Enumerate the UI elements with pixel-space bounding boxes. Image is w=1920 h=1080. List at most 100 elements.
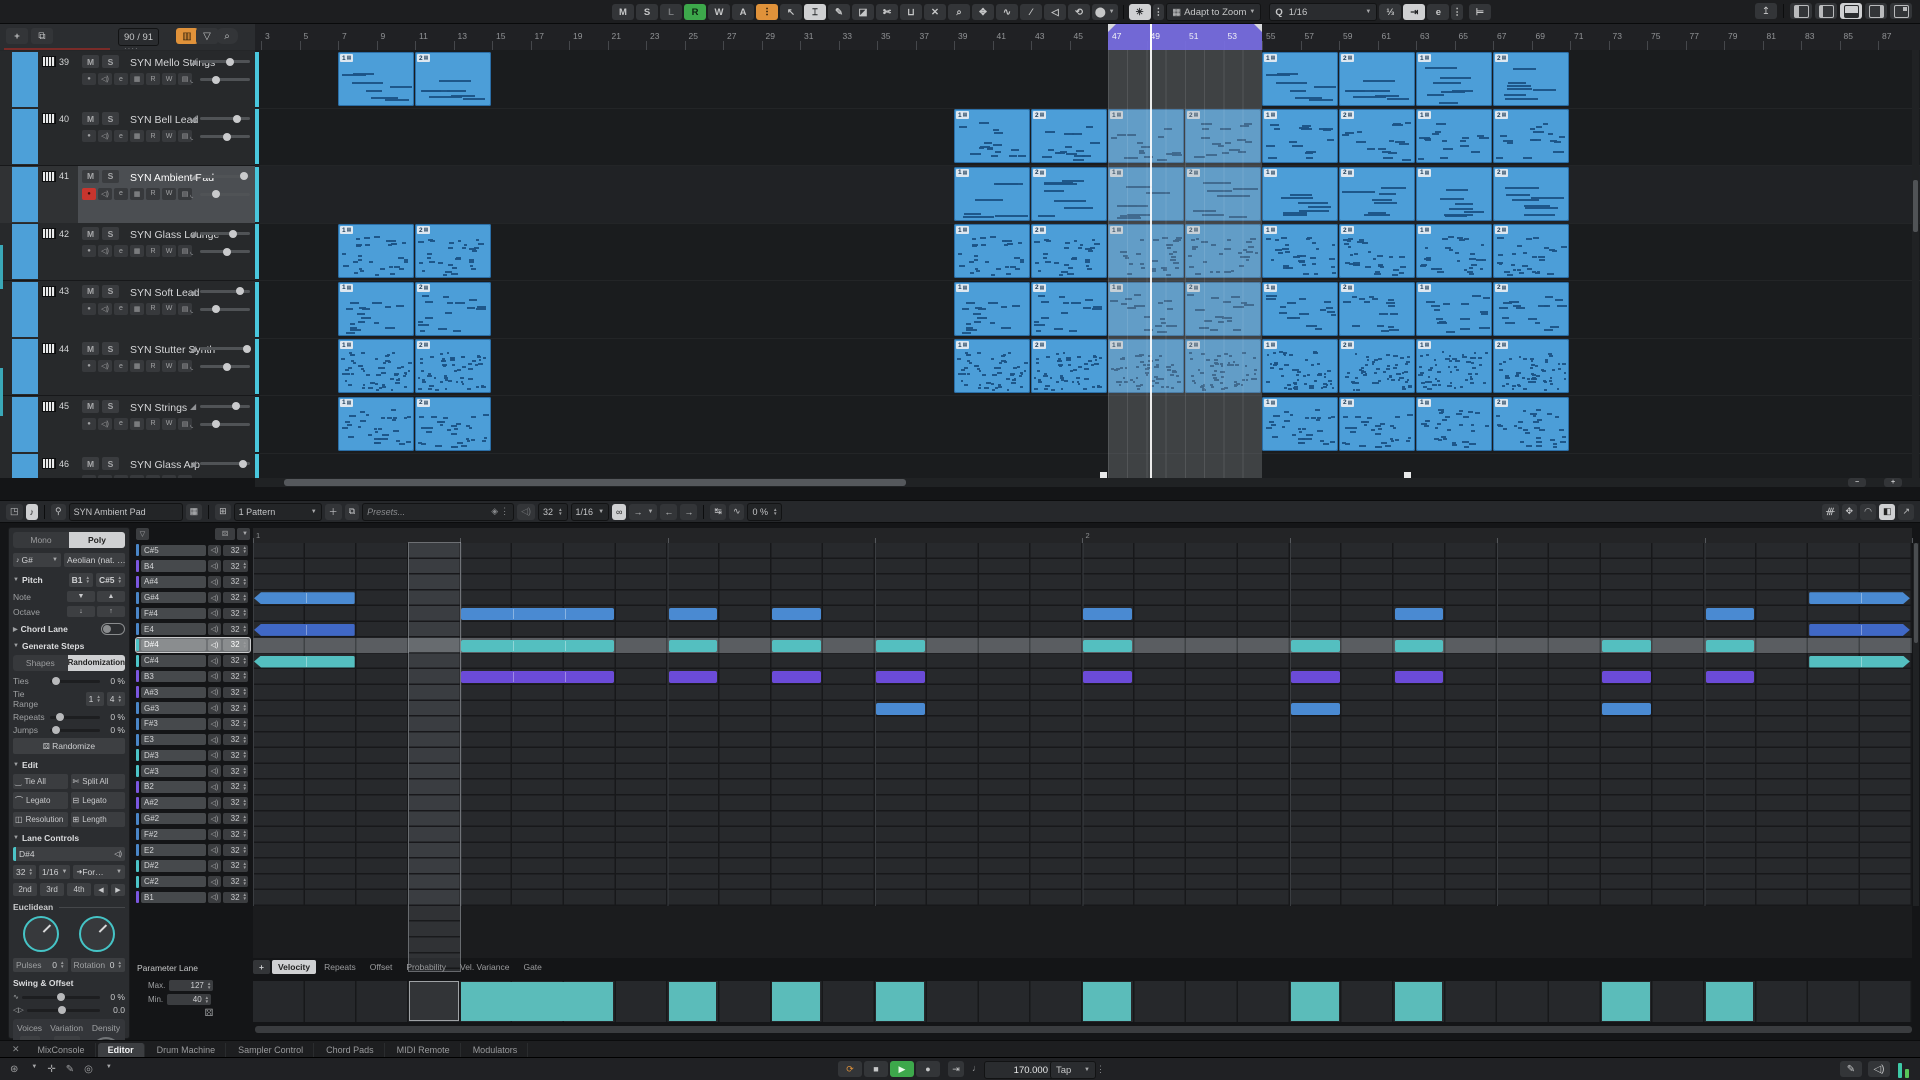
note-lane-E4[interactable]: E4◁)32▲▼: [136, 622, 250, 637]
solo-button[interactable]: S: [102, 400, 119, 413]
midi-clip[interactable]: 1▦: [338, 397, 414, 451]
mute-button[interactable]: M: [82, 112, 99, 125]
speaker-icon[interactable]: ◁): [517, 504, 535, 520]
lane-velocity-stepper[interactable]: 32▲▼: [223, 623, 248, 635]
object-selection-tool-icon[interactable]: ↖: [780, 4, 802, 20]
note-lane-D#3[interactable]: D#3◁)32▲▼: [136, 748, 250, 763]
lane-speaker-icon[interactable]: ◁): [208, 797, 221, 809]
lane-velocity-stepper[interactable]: 32▲▼: [223, 592, 248, 604]
swing-slider[interactable]: [22, 996, 100, 999]
note-lane-G#4[interactable]: G#4◁)32▲▼: [136, 590, 250, 605]
track-color[interactable]: [12, 282, 38, 337]
note-lane-E3[interactable]: E3◁)32▲▼: [136, 732, 250, 747]
scrollbar-thumb[interactable]: [1913, 180, 1918, 232]
note-F#4-step4[interactable]: [461, 608, 614, 620]
ordinal-4th[interactable]: 4th: [67, 883, 91, 896]
mute-button[interactable]: M: [82, 285, 99, 298]
note-down-button[interactable]: ▼: [67, 591, 95, 602]
lane-velocity-stepper[interactable]: 32▲▼: [223, 687, 248, 699]
midi-clip[interactable]: 1▦: [1416, 282, 1492, 336]
pitch-section-header[interactable]: ▼Pitch B1▲▼ C#5▲▼: [13, 573, 125, 587]
note-D#4-step26[interactable]: [1602, 640, 1651, 652]
midi-clip[interactable]: 1▦: [1416, 224, 1492, 278]
note-lane-C#2[interactable]: C#2◁)32▲▼: [136, 874, 250, 889]
record-arm-button[interactable]: ●: [82, 130, 96, 142]
midi-clip[interactable]: 2▦: [1493, 224, 1569, 278]
slider-thumb[interactable]: [223, 133, 231, 141]
swing-stepper[interactable]: 0 %▲▼: [747, 503, 782, 521]
note-lane-F#2[interactable]: F#2◁)32▲▼: [136, 827, 250, 842]
record-arm-button[interactable]: ●: [82, 245, 96, 257]
record-arm-button[interactable]: ●: [82, 418, 96, 430]
note-G#3-step20[interactable]: [1291, 703, 1340, 715]
record-arm-button[interactable]: ●: [82, 303, 96, 315]
duplicate-track-icon[interactable]: ⧉: [31, 28, 53, 44]
play-button[interactable]: ▶: [890, 1061, 914, 1077]
lane-speaker-icon[interactable]: ◁): [208, 718, 221, 730]
instrument-icon[interactable]: ▦: [130, 73, 144, 85]
midi-clip[interactable]: 1▦: [954, 339, 1030, 393]
lane-menu-dropdown[interactable]: ▼: [237, 528, 250, 540]
note-B3-step16[interactable]: [1083, 671, 1132, 683]
track-lane-42[interactable]: 1▦2▦1▦2▦1▦2▦1▦2▦1▦2▦: [255, 223, 1920, 281]
step-grid-ruler[interactable]: 12: [253, 528, 1912, 544]
record-arm-button[interactable]: ●: [82, 188, 96, 200]
solo-button[interactable]: S: [102, 112, 119, 125]
track-row-45[interactable]: 45MSSYN Strings●◁)e▦RW▤◢◟: [0, 396, 255, 454]
midi-clip[interactable]: 2▦: [1493, 282, 1569, 336]
volume-slider[interactable]: [200, 405, 250, 408]
slider-thumb[interactable]: [233, 115, 241, 123]
split-all-button[interactable]: ✄Split All: [71, 774, 126, 789]
lane-speaker-icon[interactable]: ◁): [208, 765, 221, 777]
randomize-button[interactable]: ⚄ Randomize: [13, 738, 125, 754]
track-lane-41[interactable]: 1▦2▦1▦2▦1▦2▦1▦2▦: [255, 166, 1920, 224]
read-automation-button[interactable]: R: [146, 73, 160, 85]
automation-button-m[interactable]: M: [612, 4, 634, 20]
lane-velocity-stepper[interactable]: 32▲▼: [223, 765, 248, 777]
midi-clip[interactable]: 2▦: [415, 282, 491, 336]
lane-velocity-stepper[interactable]: 32▲▼: [223, 671, 248, 683]
midi-clip[interactable]: 1▦: [1262, 52, 1338, 106]
read-automation-button[interactable]: R: [146, 130, 160, 142]
volume-slider[interactable]: [200, 290, 250, 293]
slider-thumb[interactable]: [243, 345, 251, 353]
volume-slider[interactable]: [200, 232, 250, 235]
scale-select[interactable]: Aeolian (nat. …▼: [64, 553, 125, 567]
glue-tool-icon[interactable]: ⊔: [900, 4, 922, 20]
note-E4-step0[interactable]: [254, 624, 355, 636]
track-lane-40[interactable]: 1▦2▦1▦2▦1▦2▦1▦2▦: [255, 108, 1920, 166]
tie-all-button[interactable]: ‿Tie All: [13, 774, 68, 789]
delete-legato-button[interactable]: ⊟Legato: [71, 792, 126, 809]
globe-icon[interactable]: ⊛: [10, 1064, 18, 1075]
lane-speaker-icon[interactable]: ◁): [208, 876, 221, 888]
read-automation-button[interactable]: R: [146, 360, 160, 372]
open-in-window-icon[interactable]: ↗: [1898, 504, 1914, 520]
note-lane-E2[interactable]: E2◁)32▲▼: [136, 843, 250, 858]
edit-channel-button[interactable]: e: [114, 245, 128, 257]
prev-icon[interactable]: ◀: [94, 884, 108, 896]
instrument-icon[interactable]: ▦: [130, 303, 144, 315]
crosshair-icon[interactable]: ✛: [47, 1064, 55, 1075]
slider-thumb[interactable]: [212, 305, 220, 313]
playback-direction-select[interactable]: →▼: [629, 504, 657, 520]
rotation-stepper[interactable]: Rotation0▲▼: [71, 958, 126, 972]
output-fader[interactable]: [200, 308, 250, 311]
midi-clip[interactable]: 1▦: [1416, 52, 1492, 106]
pitch-low-stepper[interactable]: B1▲▼: [69, 573, 93, 587]
event-display[interactable]: 1▦2▦1▦2▦1▦2▦1▦2▦1▦2▦1▦2▦1▦2▦1▦2▦1▦2▦1▦2▦…: [255, 50, 1920, 478]
solo-button[interactable]: S: [102, 285, 119, 298]
note-lane-B1[interactable]: B1◁)32▲▼: [136, 890, 250, 905]
cycle-button[interactable]: ⟳: [838, 1061, 862, 1077]
track-lane-43[interactable]: 1▦2▦1▦2▦1▦2▦1▦2▦1▦2▦: [255, 281, 1920, 339]
track-color[interactable]: [12, 224, 38, 279]
lane-speaker-icon[interactable]: ◁): [208, 829, 221, 841]
midi-clip[interactable]: 2▦: [1031, 339, 1107, 393]
midi-clip[interactable]: 1▦: [1416, 109, 1492, 163]
lane-velocity-stepper[interactable]: 32▲▼: [223, 797, 248, 809]
midi-clip[interactable]: 1▦: [954, 224, 1030, 278]
octave-down-button[interactable]: ↓: [67, 606, 95, 617]
read-automation-button[interactable]: R: [146, 245, 160, 257]
lane-velocity-stepper[interactable]: 32▲▼: [223, 844, 248, 856]
slider-thumb[interactable]: [236, 287, 244, 295]
midi-clip[interactable]: 1▦: [338, 282, 414, 336]
